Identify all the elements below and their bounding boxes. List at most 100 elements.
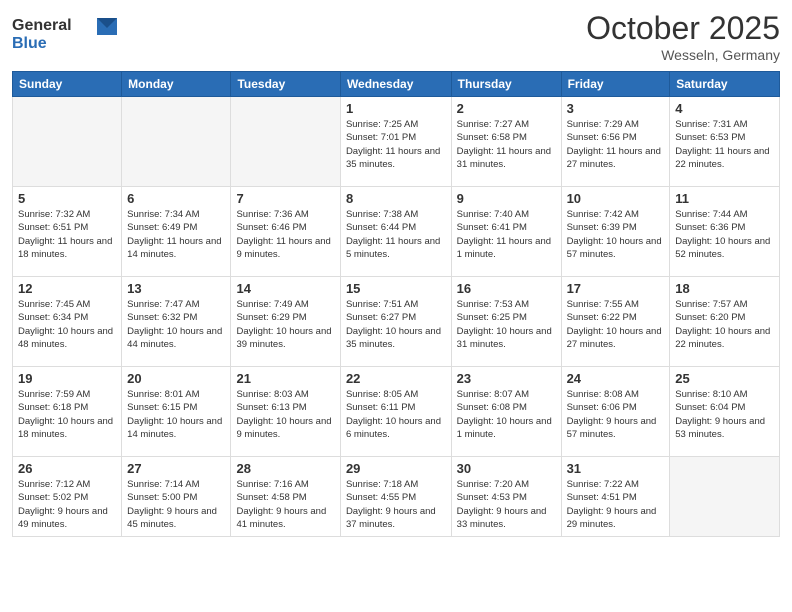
day-info: Sunrise: 7:49 AM Sunset: 6:29 PM Dayligh…: [236, 298, 334, 351]
day-info: Sunrise: 8:05 AM Sunset: 6:11 PM Dayligh…: [346, 388, 446, 441]
day-info: Sunrise: 7:31 AM Sunset: 6:53 PM Dayligh…: [675, 118, 774, 171]
day-info: Sunrise: 8:07 AM Sunset: 6:08 PM Dayligh…: [457, 388, 556, 441]
day-number: 4: [675, 101, 774, 116]
day-info: Sunrise: 7:25 AM Sunset: 7:01 PM Dayligh…: [346, 118, 446, 171]
header-tuesday: Tuesday: [231, 72, 340, 97]
table-row: 17 Sunrise: 7:55 AM Sunset: 6:22 PM Dayli…: [561, 277, 670, 367]
calendar-week-row: 5 Sunrise: 7:32 AM Sunset: 6:51 PM Daylig…: [13, 187, 780, 277]
table-row: 28Sunrise: 7:16 AM Sunset: 4:58 PM Dayli…: [231, 457, 340, 537]
day-number: 21: [236, 371, 334, 386]
table-row: 21 Sunrise: 8:03 AM Sunset: 6:13 PM Dayli…: [231, 367, 340, 457]
table-row: [670, 457, 780, 537]
calendar-week-row: 19 Sunrise: 7:59 AM Sunset: 6:18 PM Dayli…: [13, 367, 780, 457]
header-saturday: Saturday: [670, 72, 780, 97]
day-info: Sunrise: 7:44 AM Sunset: 6:36 PM Dayligh…: [675, 208, 774, 261]
table-row: 24 Sunrise: 8:08 AM Sunset: 6:06 PM Dayli…: [561, 367, 670, 457]
table-row: 13 Sunrise: 7:47 AM Sunset: 6:32 PM Dayli…: [122, 277, 231, 367]
day-info: Sunrise: 7:18 AM Sunset: 4:55 PM Dayligh…: [346, 478, 446, 531]
table-row: 19 Sunrise: 7:59 AM Sunset: 6:18 PM Dayli…: [13, 367, 122, 457]
calendar-week-row: 12 Sunrise: 7:45 AM Sunset: 6:34 PM Dayli…: [13, 277, 780, 367]
day-number: 27: [127, 461, 225, 476]
table-row: 6 Sunrise: 7:34 AM Sunset: 6:49 PM Daylig…: [122, 187, 231, 277]
day-info: Sunrise: 7:47 AM Sunset: 6:32 PM Dayligh…: [127, 298, 225, 351]
table-row: 22Sunrise: 8:05 AM Sunset: 6:11 PM Dayli…: [340, 367, 451, 457]
table-row: 5 Sunrise: 7:32 AM Sunset: 6:51 PM Daylig…: [13, 187, 122, 277]
table-row: 30 Sunrise: 7:20 AM Sunset: 4:53 PM Dayli…: [451, 457, 561, 537]
day-number: 2: [457, 101, 556, 116]
day-number: 23: [457, 371, 556, 386]
day-number: 18: [675, 281, 774, 296]
day-number: 24: [567, 371, 665, 386]
table-row: 2 Sunrise: 7:27 AM Sunset: 6:58 PM Daylig…: [451, 97, 561, 187]
day-number: 14: [236, 281, 334, 296]
day-info: Sunrise: 7:27 AM Sunset: 6:58 PM Dayligh…: [457, 118, 556, 171]
day-info: Sunrise: 7:59 AM Sunset: 6:18 PM Dayligh…: [18, 388, 116, 441]
day-number: 8: [346, 191, 446, 206]
table-row: 9 Sunrise: 7:40 AM Sunset: 6:41 PM Daylig…: [451, 187, 561, 277]
table-row: 29 Sunrise: 7:18 AM Sunset: 4:55 PM Dayli…: [340, 457, 451, 537]
day-number: 31: [567, 461, 665, 476]
day-info: Sunrise: 7:53 AM Sunset: 6:25 PM Dayligh…: [457, 298, 556, 351]
day-info: Sunrise: 7:51 AM Sunset: 6:27 PM Dayligh…: [346, 298, 446, 351]
logo-text: General Blue: [12, 10, 122, 60]
day-number: 3: [567, 101, 665, 116]
calendar-header-row: Sunday Monday Tuesday Wednesday Thursday…: [13, 72, 780, 97]
day-number: 1: [346, 101, 446, 116]
day-number: 6: [127, 191, 225, 206]
day-info: Sunrise: 7:38 AM Sunset: 6:44 PM Dayligh…: [346, 208, 446, 261]
day-info: Sunrise: 7:22 AM Sunset: 4:51 PM Dayligh…: [567, 478, 665, 531]
day-info: Sunrise: 7:20 AM Sunset: 4:53 PM Dayligh…: [457, 478, 556, 531]
day-info: Sunrise: 7:55 AM Sunset: 6:22 PM Dayligh…: [567, 298, 665, 351]
day-info: Sunrise: 8:08 AM Sunset: 6:06 PM Dayligh…: [567, 388, 665, 441]
table-row: 3Sunrise: 7:29 AM Sunset: 6:56 PM Daylig…: [561, 97, 670, 187]
day-number: 5: [18, 191, 116, 206]
location: Wesseln, Germany: [586, 47, 780, 63]
table-row: 4 Sunrise: 7:31 AM Sunset: 6:53 PM Daylig…: [670, 97, 780, 187]
table-row: 12 Sunrise: 7:45 AM Sunset: 6:34 PM Dayli…: [13, 277, 122, 367]
day-number: 16: [457, 281, 556, 296]
header-thursday: Thursday: [451, 72, 561, 97]
day-info: Sunrise: 7:42 AM Sunset: 6:39 PM Dayligh…: [567, 208, 665, 261]
logo: General Blue: [12, 10, 122, 60]
day-number: 26: [18, 461, 116, 476]
svg-text:Blue: Blue: [12, 35, 47, 52]
day-info: Sunrise: 8:03 AM Sunset: 6:13 PM Dayligh…: [236, 388, 334, 441]
day-info: Sunrise: 7:36 AM Sunset: 6:46 PM Dayligh…: [236, 208, 334, 261]
day-info: Sunrise: 7:40 AM Sunset: 6:41 PM Dayligh…: [457, 208, 556, 261]
day-number: 15: [346, 281, 446, 296]
table-row: 18 Sunrise: 7:57 AM Sunset: 6:20 PM Dayli…: [670, 277, 780, 367]
calendar-week-row: 1 Sunrise: 7:25 AM Sunset: 7:01 PM Daylig…: [13, 97, 780, 187]
day-number: 30: [457, 461, 556, 476]
table-row: 31 Sunrise: 7:22 AM Sunset: 4:51 PM Dayli…: [561, 457, 670, 537]
table-row: [13, 97, 122, 187]
table-row: 16 Sunrise: 7:53 AM Sunset: 6:25 PM Dayli…: [451, 277, 561, 367]
day-number: 17: [567, 281, 665, 296]
table-row: 1 Sunrise: 7:25 AM Sunset: 7:01 PM Daylig…: [340, 97, 451, 187]
day-info: Sunrise: 7:57 AM Sunset: 6:20 PM Dayligh…: [675, 298, 774, 351]
table-row: 26Sunrise: 7:12 AM Sunset: 5:02 PM Dayli…: [13, 457, 122, 537]
table-row: 27Sunrise: 7:14 AM Sunset: 5:00 PM Dayli…: [122, 457, 231, 537]
day-info: Sunrise: 7:45 AM Sunset: 6:34 PM Dayligh…: [18, 298, 116, 351]
day-number: 19: [18, 371, 116, 386]
day-number: 7: [236, 191, 334, 206]
table-row: 25 Sunrise: 8:10 AM Sunset: 6:04 PM Dayli…: [670, 367, 780, 457]
header-friday: Friday: [561, 72, 670, 97]
day-number: 11: [675, 191, 774, 206]
header-monday: Monday: [122, 72, 231, 97]
day-number: 12: [18, 281, 116, 296]
table-row: 20Sunrise: 8:01 AM Sunset: 6:15 PM Dayli…: [122, 367, 231, 457]
day-number: 29: [346, 461, 446, 476]
day-number: 25: [675, 371, 774, 386]
table-row: 15 Sunrise: 7:51 AM Sunset: 6:27 PM Dayli…: [340, 277, 451, 367]
day-info: Sunrise: 7:34 AM Sunset: 6:49 PM Dayligh…: [127, 208, 225, 261]
page-container: General Blue October 2025 Wesseln, Germa…: [0, 0, 792, 547]
day-info: Sunrise: 8:10 AM Sunset: 6:04 PM Dayligh…: [675, 388, 774, 441]
month-title: October 2025: [586, 10, 780, 47]
day-number: 9: [457, 191, 556, 206]
page-header: General Blue October 2025 Wesseln, Germa…: [12, 10, 780, 63]
day-number: 13: [127, 281, 225, 296]
table-row: 11 Sunrise: 7:44 AM Sunset: 6:36 PM Dayli…: [670, 187, 780, 277]
day-info: Sunrise: 7:32 AM Sunset: 6:51 PM Dayligh…: [18, 208, 116, 261]
day-info: Sunrise: 7:16 AM Sunset: 4:58 PM Dayligh…: [236, 478, 334, 531]
header-sunday: Sunday: [13, 72, 122, 97]
